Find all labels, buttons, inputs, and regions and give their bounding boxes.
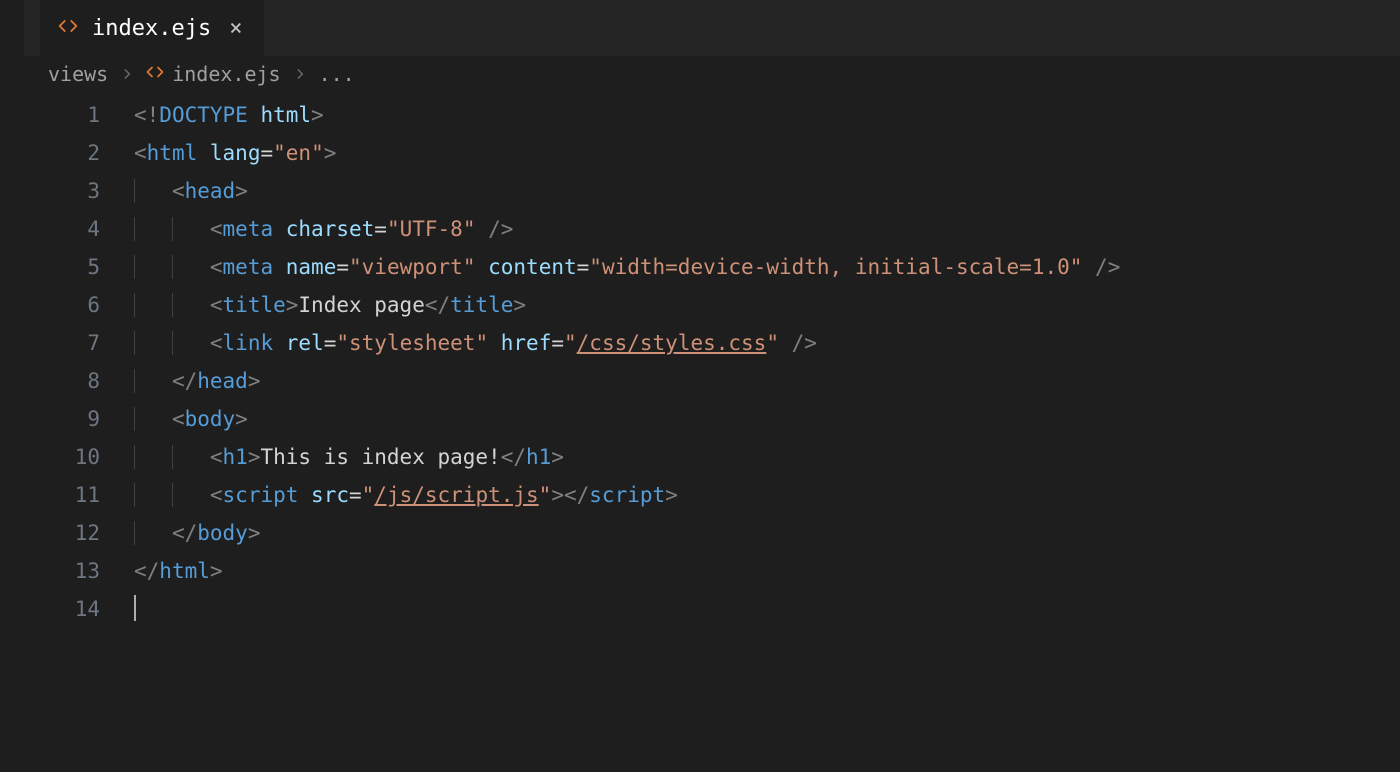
line-number: 11 xyxy=(24,476,100,514)
code-editor[interactable]: 1 2 3 4 5 6 7 8 9 10 11 12 13 14 <!DOCTY… xyxy=(24,92,1400,772)
line-number: 13 xyxy=(24,552,100,590)
code-line[interactable]: </body> xyxy=(134,514,1400,552)
line-number: 2 xyxy=(24,134,100,172)
line-number: 6 xyxy=(24,286,100,324)
code-line[interactable]: <html lang="en"> xyxy=(134,134,1400,172)
line-number: 4 xyxy=(24,210,100,248)
line-number: 8 xyxy=(24,362,100,400)
ejs-file-icon xyxy=(146,63,164,86)
activity-bar-placeholder xyxy=(0,0,24,772)
breadcrumb[interactable]: views index.ejs ... xyxy=(24,56,1400,92)
code-line[interactable]: <meta name="viewport" content="width=dev… xyxy=(134,248,1400,286)
code-line[interactable] xyxy=(134,590,1400,628)
close-tab-button[interactable]: × xyxy=(225,16,246,41)
chevron-right-icon xyxy=(293,62,307,86)
line-number: 9 xyxy=(24,400,100,438)
code-line[interactable]: <script src="/js/script.js"></script> xyxy=(134,476,1400,514)
code-line[interactable]: <meta charset="UTF-8" /> xyxy=(134,210,1400,248)
line-number: 3 xyxy=(24,172,100,210)
code-line[interactable]: </head> xyxy=(134,362,1400,400)
tab-bar: index.ejs × xyxy=(24,0,1400,56)
breadcrumb-symbol[interactable]: ... xyxy=(319,62,355,86)
line-number: 14 xyxy=(24,590,100,628)
code-line[interactable]: <link rel="stylesheet" href="/css/styles… xyxy=(134,324,1400,362)
code-line[interactable]: <!DOCTYPE html> xyxy=(134,96,1400,134)
line-number: 10 xyxy=(24,438,100,476)
code-line[interactable]: <head> xyxy=(134,172,1400,210)
code-line[interactable]: <title>Index page</title> xyxy=(134,286,1400,324)
ejs-file-icon xyxy=(58,16,78,41)
code-line[interactable]: <h1>This is index page!</h1> xyxy=(134,438,1400,476)
chevron-right-icon xyxy=(120,62,134,86)
line-number: 7 xyxy=(24,324,100,362)
code-line[interactable]: </html> xyxy=(134,552,1400,590)
editor-group: index.ejs × views index.ejs ... 1 2 xyxy=(24,0,1400,772)
line-number-gutter: 1 2 3 4 5 6 7 8 9 10 11 12 13 14 xyxy=(24,96,134,772)
tab-index-ejs[interactable]: index.ejs × xyxy=(40,0,264,56)
line-number: 1 xyxy=(24,96,100,134)
code-content[interactable]: <!DOCTYPE html> <html lang="en"> <head> … xyxy=(134,96,1400,772)
breadcrumb-folder[interactable]: views xyxy=(48,62,108,86)
breadcrumb-file[interactable]: index.ejs xyxy=(172,62,280,86)
code-line[interactable]: <body> xyxy=(134,400,1400,438)
line-number: 12 xyxy=(24,514,100,552)
line-number: 5 xyxy=(24,248,100,286)
tab-label: index.ejs xyxy=(92,16,211,41)
text-cursor xyxy=(134,595,136,621)
